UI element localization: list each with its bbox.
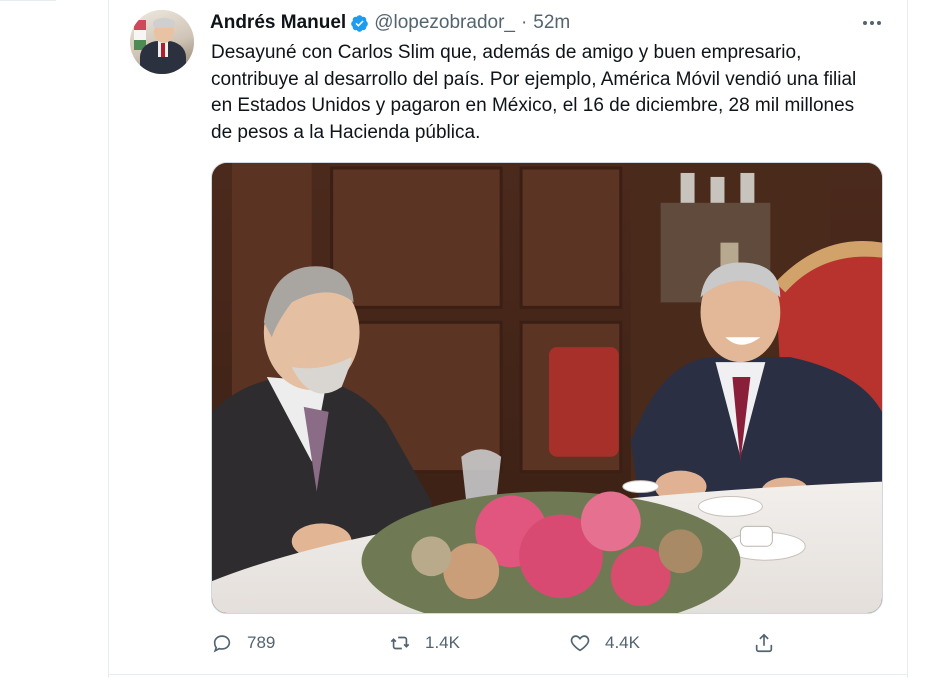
photo-illustration <box>212 163 882 613</box>
retweet-count: 1.4K <box>425 633 460 652</box>
timeline-border-right <box>907 0 908 678</box>
more-horizontal-icon[interactable] <box>860 13 884 33</box>
tweet-header: Andrés Manuel @lopezobrador_ · 52m <box>210 11 570 35</box>
tweet-text: Desayuné con Carlos Slim que, además de … <box>211 42 857 143</box>
tweet-photo[interactable] <box>211 162 883 614</box>
author-handle[interactable]: @lopezobrador_ <box>374 12 515 34</box>
tweet-actions: 789 1.4K 4.4K <box>211 628 811 658</box>
reply-count: 789 <box>247 633 276 652</box>
author-name[interactable]: Andrés Manuel <box>210 12 346 34</box>
reply-icon <box>213 635 231 653</box>
like-count: 4.4K <box>605 633 640 652</box>
tweet-timestamp[interactable]: 52m <box>533 12 570 34</box>
divider-line <box>0 0 56 1</box>
tweet-divider <box>109 674 907 675</box>
share-icon <box>755 633 773 653</box>
reply-button[interactable]: 789 <box>211 628 275 658</box>
like-button[interactable]: 4.4K <box>569 628 640 658</box>
author-avatar[interactable] <box>130 10 194 74</box>
heart-icon <box>570 635 590 652</box>
timeline-border-left <box>108 0 109 678</box>
verified-badge-icon <box>351 14 369 32</box>
header-separator: · <box>520 12 528 33</box>
share-button[interactable] <box>753 628 775 658</box>
retweet-button[interactable]: 1.4K <box>389 628 460 658</box>
retweet-icon <box>390 636 410 650</box>
